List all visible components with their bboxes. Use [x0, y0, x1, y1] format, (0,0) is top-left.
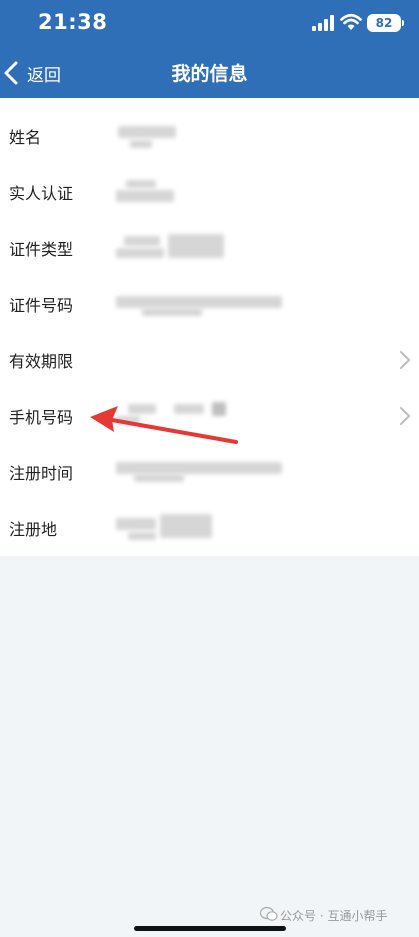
battery-tip — [402, 20, 404, 26]
chevron-right-icon — [400, 351, 410, 369]
watermark-text: 公众号 · 互通小帮手 — [280, 909, 388, 923]
status-time: 21:38 — [38, 10, 108, 34]
field-label-verification: 实人认证 — [9, 184, 74, 203]
field-label-name: 姓名 — [9, 128, 42, 147]
field-label-id-number: 证件号码 — [9, 296, 74, 315]
nav-bar: 返回 我的信息 — [0, 46, 419, 98]
back-label: 返回 — [27, 66, 61, 86]
cellular-signal-icon — [312, 15, 334, 31]
chevron-right-icon — [400, 407, 410, 425]
chevron-left-icon — [4, 61, 18, 85]
wechat-icon — [260, 906, 278, 921]
field-label-register-time: 注册时间 — [9, 464, 74, 483]
home-indicator[interactable] — [134, 926, 286, 931]
top-bar: 21:38 82 返回 我的信息 — [0, 0, 419, 98]
status-bar: 21:38 82 — [0, 0, 419, 46]
back-button[interactable]: 返回 — [0, 46, 90, 98]
info-list: 姓名 实人认证 证件类型 证件号码 有效期限 手机号码 注册时间 注册地 — [0, 98, 419, 556]
field-row-register-place: 注册地 — [0, 500, 419, 556]
field-row-validity[interactable]: 有效期限 — [0, 332, 419, 388]
field-row-verification: 实人认证 — [0, 164, 419, 220]
field-label-register-place: 注册地 — [9, 520, 58, 539]
field-row-register-time: 注册时间 — [0, 444, 419, 500]
wifi-icon — [340, 13, 362, 30]
field-row-phone[interactable]: 手机号码 — [0, 388, 419, 444]
field-label-phone: 手机号码 — [9, 408, 74, 427]
field-row-name: 姓名 — [0, 108, 419, 164]
field-row-id-type: 证件类型 — [0, 220, 419, 276]
field-label-validity: 有效期限 — [9, 352, 74, 371]
battery-icon: 82 — [367, 14, 401, 32]
field-row-id-number: 证件号码 — [0, 276, 419, 332]
field-label-id-type: 证件类型 — [9, 240, 74, 259]
